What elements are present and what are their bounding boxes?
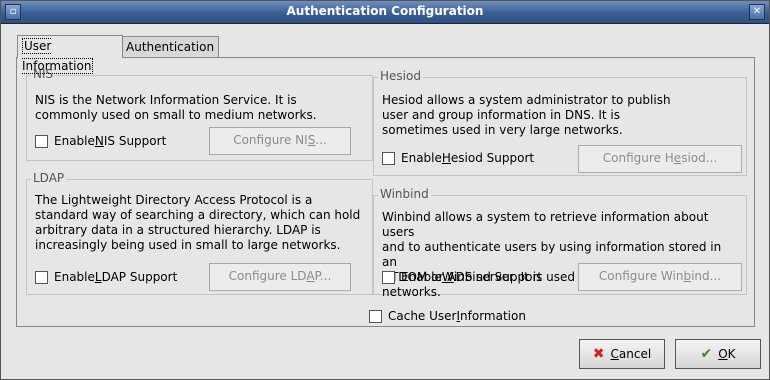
checkmark-icon: ✔ xyxy=(700,346,713,362)
cancel-x-icon: ✖ xyxy=(592,346,605,362)
auth-config-window: ▫ Authentication Configuration ✕ User In… xyxy=(0,0,770,380)
tab-authentication[interactable]: Authentication xyxy=(121,36,219,57)
cancel-button[interactable]: ✖ Cancel xyxy=(579,339,665,369)
hesiod-frame: Hesiod Hesiod allows a system administra… xyxy=(373,69,747,176)
enable-hesiod-checkbox[interactable]: Enable Hesiod Support xyxy=(382,151,534,165)
tab-user-information[interactable]: User Information xyxy=(17,35,123,74)
configure-nis-button[interactable]: Configure NIS... xyxy=(209,127,351,155)
ldap-title: LDAP xyxy=(31,171,67,185)
configure-ldap-button[interactable]: Configure LDAP... xyxy=(209,263,351,291)
ok-button[interactable]: ✔ OK xyxy=(675,339,761,369)
cache-checkbox-box[interactable] xyxy=(369,309,382,323)
hesiod-checkbox-box[interactable] xyxy=(382,151,395,165)
tab-panel: NIS NIS is the Network Information Servi… xyxy=(16,57,755,327)
nis-frame: NIS NIS is the Network Information Servi… xyxy=(26,67,373,161)
configure-winbind-button[interactable]: Configure Winbind... xyxy=(578,263,742,291)
hesiod-description: Hesiod allows a system administrator to … xyxy=(382,93,671,137)
winbind-frame: Winbind Winbind allows a system to retri… xyxy=(373,187,747,299)
enable-ldap-checkbox[interactable]: Enable L DAP Support xyxy=(35,270,177,284)
cache-user-information-checkbox[interactable]: Cache User Information xyxy=(369,309,526,323)
title-bar[interactable]: ▫ Authentication Configuration ✕ xyxy=(1,1,769,24)
enable-winbind-checkbox[interactable]: Enable Winbind Support xyxy=(382,270,542,284)
close-icon[interactable]: ✕ xyxy=(749,4,765,20)
enable-nis-checkbox[interactable]: Enable N IS Support xyxy=(35,134,166,148)
ldap-frame: LDAP The Lightweight Directory Access Pr… xyxy=(26,171,373,295)
hesiod-title: Hesiod xyxy=(378,69,423,83)
winbind-checkbox-box[interactable] xyxy=(382,270,395,284)
window-title: Authentication Configuration xyxy=(286,4,484,18)
nis-checkbox-box[interactable] xyxy=(35,134,48,148)
ldap-description: The Lightweight Directory Access Protoco… xyxy=(35,193,361,252)
ldap-checkbox-box[interactable] xyxy=(35,270,48,284)
nis-description: NIS is the Network Information Service. … xyxy=(35,93,317,122)
configure-hesiod-button[interactable]: Configure Hesiod... xyxy=(578,145,742,173)
winbind-title: Winbind xyxy=(378,187,431,201)
